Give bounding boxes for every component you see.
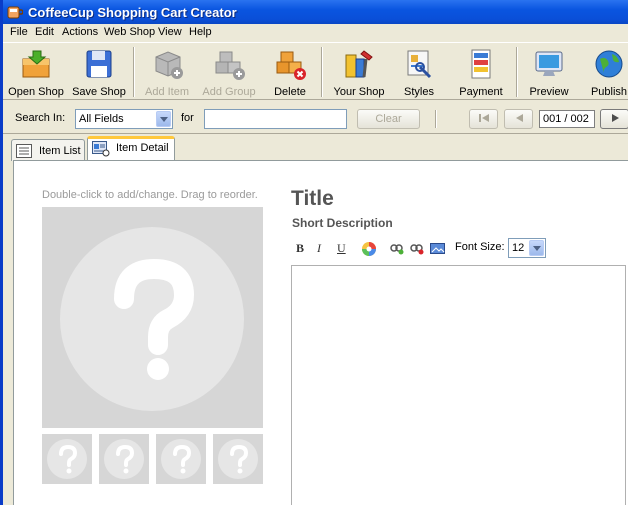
- open-shop-icon: [22, 50, 50, 78]
- floppy-disk-icon: [86, 50, 112, 78]
- menu-help[interactable]: Help: [189, 26, 212, 38]
- previous-page-button[interactable]: [504, 109, 533, 129]
- insert-image-icon[interactable]: [430, 242, 445, 255]
- description-editor[interactable]: [291, 265, 626, 505]
- add-item-label: Add Item: [144, 86, 190, 98]
- preview-button[interactable]: Preview: [523, 45, 575, 99]
- thumbnail-placeholder-2[interactable]: [99, 434, 149, 484]
- window-title: CoffeeCup Shopping Cart Creator: [28, 5, 237, 20]
- chevron-down-icon[interactable]: [529, 240, 544, 256]
- delete-button[interactable]: Delete: [265, 45, 315, 99]
- for-label: for: [181, 112, 194, 124]
- styles-button[interactable]: Styles: [395, 45, 443, 99]
- item-short-description[interactable]: Short Description: [292, 216, 393, 230]
- add-group-label: Add Group: [202, 86, 256, 98]
- save-shop-button[interactable]: Save Shop: [69, 45, 129, 99]
- font-size-value: 12: [512, 242, 525, 254]
- thumbnail-placeholder-4[interactable]: [213, 434, 263, 484]
- color-picker-icon[interactable]: [361, 241, 377, 257]
- italic-button[interactable]: I: [317, 241, 321, 257]
- app-window: CoffeeCup Shopping Cart Creator File Edi…: [0, 0, 628, 505]
- save-shop-label: Save Shop: [72, 86, 126, 98]
- font-size-label: Font Size:: [455, 241, 505, 253]
- add-item-icon: [155, 51, 183, 79]
- open-shop-label: Open Shop: [8, 86, 64, 98]
- clear-button[interactable]: Clear: [357, 109, 420, 129]
- question-mark-icon: [60, 227, 244, 411]
- main-image-placeholder[interactable]: [42, 207, 263, 428]
- menu-actions[interactable]: Actions: [62, 26, 98, 38]
- delete-label: Delete: [274, 86, 306, 98]
- publish-button[interactable]: Publish: [585, 45, 628, 99]
- list-icon: [16, 144, 32, 158]
- bold-button[interactable]: B: [296, 241, 304, 257]
- menu-file[interactable]: File: [10, 26, 28, 38]
- your-shop-icon: [345, 50, 373, 78]
- chevron-down-icon[interactable]: [156, 111, 171, 127]
- add-group-button[interactable]: Add Group: [199, 45, 259, 99]
- item-detail-panel: Double-click to add/change. Drag to reor…: [13, 160, 628, 505]
- coffeecup-logo-icon: [7, 6, 23, 19]
- question-mark-icon: [47, 439, 87, 479]
- menu-bar: File Edit Actions Web Shop View Help: [3, 24, 628, 42]
- next-page-button[interactable]: [600, 109, 628, 129]
- search-field-value: All Fields: [79, 113, 124, 125]
- search-input[interactable]: [204, 109, 347, 129]
- page-indicator: 001 / 002: [539, 110, 595, 128]
- tab-item-detail-label: Item Detail: [116, 142, 169, 154]
- add-item-button[interactable]: Add Item: [139, 45, 195, 99]
- payment-button[interactable]: Payment: [453, 45, 509, 99]
- question-mark-icon: [218, 439, 258, 479]
- question-mark-icon: [104, 439, 144, 479]
- detail-icon: [92, 141, 110, 157]
- question-mark-icon: [161, 439, 201, 479]
- menu-edit[interactable]: Edit: [35, 26, 54, 38]
- view-tabs: Item List Item Detail: [3, 135, 628, 162]
- previous-page-icon: [515, 114, 523, 122]
- tab-item-list-label: Item List: [39, 145, 81, 157]
- styles-label: Styles: [404, 86, 434, 98]
- publish-label: Publish: [590, 86, 628, 98]
- thumbnail-placeholder-3[interactable]: [156, 434, 206, 484]
- styles-icon: [407, 50, 432, 79]
- toolbar-separator: [321, 47, 323, 97]
- tab-item-list[interactable]: Item List: [11, 139, 85, 161]
- underline-button[interactable]: U: [337, 241, 346, 257]
- toolbar-separator: [133, 47, 135, 97]
- your-shop-label: Your Shop: [333, 86, 385, 98]
- toolbar-separator: [435, 110, 437, 128]
- open-shop-button[interactable]: Open Shop: [5, 45, 67, 99]
- delete-icon: [276, 51, 306, 80]
- search-in-label: Search In:: [15, 112, 66, 124]
- publish-globe-icon: [595, 50, 623, 78]
- payment-icon: [471, 49, 491, 79]
- menu-view[interactable]: View: [158, 26, 182, 38]
- your-shop-button[interactable]: Your Shop: [329, 45, 389, 99]
- remove-link-icon[interactable]: [410, 243, 424, 255]
- payment-label: Payment: [459, 86, 503, 98]
- menu-web-shop[interactable]: Web Shop: [104, 26, 155, 38]
- add-group-icon: [215, 51, 245, 80]
- insert-link-icon[interactable]: [390, 243, 404, 255]
- thumbnail-placeholder-1[interactable]: [42, 434, 92, 484]
- first-page-icon: [478, 114, 489, 122]
- search-field-select[interactable]: All Fields: [75, 109, 173, 129]
- first-page-button[interactable]: [469, 109, 498, 129]
- next-page-icon: [611, 114, 619, 122]
- image-hint: Double-click to add/change. Drag to reor…: [42, 189, 258, 201]
- tab-item-detail[interactable]: Item Detail: [87, 136, 175, 162]
- main-toolbar: Open Shop Save Shop Add Item Add Group D…: [3, 42, 628, 100]
- item-title[interactable]: Title: [291, 187, 334, 211]
- preview-label: Preview: [529, 86, 569, 98]
- font-size-select[interactable]: 12: [508, 238, 546, 258]
- toolbar-separator: [516, 47, 518, 97]
- preview-monitor-icon: [535, 51, 563, 76]
- title-bar[interactable]: CoffeeCup Shopping Cart Creator: [3, 0, 628, 24]
